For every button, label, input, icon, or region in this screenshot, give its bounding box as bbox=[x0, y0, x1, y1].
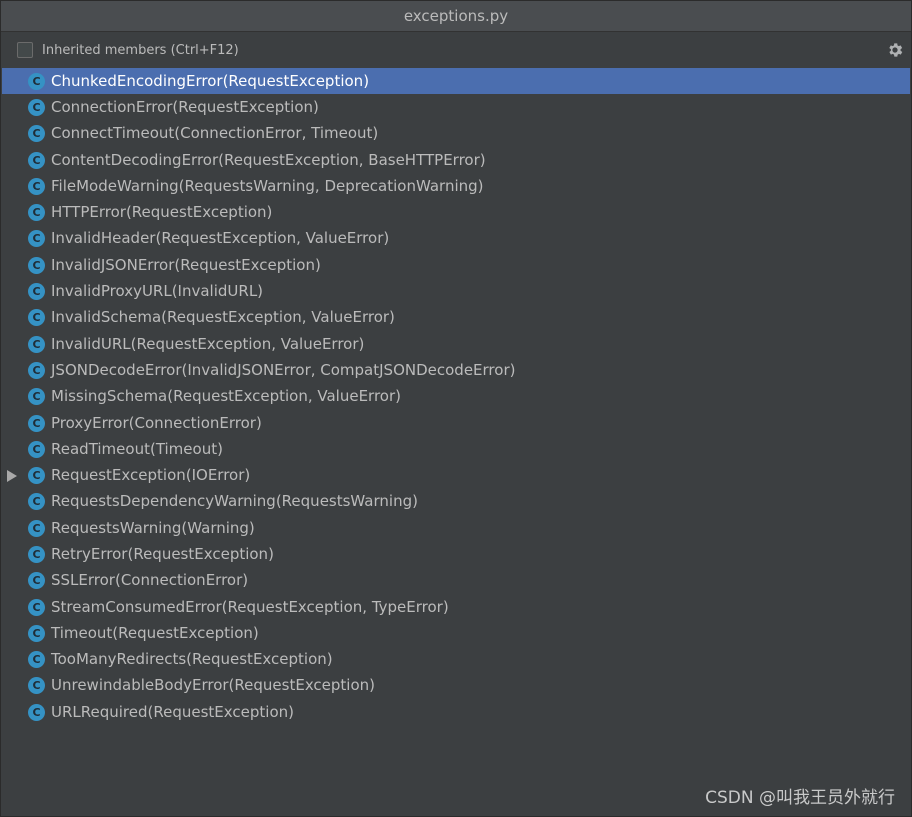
popup-toolbar: Inherited members (Ctrl+F12) bbox=[1, 32, 911, 68]
class-icon: C bbox=[28, 545, 45, 563]
member-label: ConnectionError(RequestException) bbox=[51, 97, 319, 116]
member-label: StreamConsumedError(RequestException, Ty… bbox=[51, 597, 449, 616]
member-label: InvalidHeader(RequestException, ValueErr… bbox=[51, 229, 390, 248]
member-row[interactable]: C InvalidProxyURL(InvalidURL) bbox=[2, 278, 910, 304]
member-label: ContentDecodingError(RequestException, B… bbox=[51, 150, 486, 169]
class-icon: C bbox=[28, 519, 45, 537]
class-icon: C bbox=[28, 361, 45, 379]
member-row[interactable]: C ContentDecodingError(RequestException, … bbox=[2, 147, 910, 173]
popup-titlebar: exceptions.py bbox=[1, 1, 911, 32]
watermark: CSDN @叫我王员外就行 bbox=[705, 788, 895, 808]
member-label: InvalidProxyURL(InvalidURL) bbox=[51, 282, 264, 301]
member-label: RetryError(RequestException) bbox=[51, 544, 274, 563]
member-label: RequestsDependencyWarning(RequestsWarnin… bbox=[51, 492, 418, 511]
member-label: MissingSchema(RequestException, ValueErr… bbox=[51, 387, 401, 406]
member-label: SSLError(ConnectionError) bbox=[51, 571, 249, 590]
member-label: InvalidURL(RequestException, ValueError) bbox=[51, 334, 365, 353]
class-icon: C bbox=[28, 467, 45, 485]
member-row[interactable]: C SSLError(ConnectionError) bbox=[2, 568, 910, 594]
class-icon: C bbox=[28, 440, 45, 458]
class-icon: C bbox=[28, 177, 45, 195]
class-icon: C bbox=[28, 125, 45, 143]
member-row[interactable]: C ConnectionError(RequestException) bbox=[2, 94, 910, 120]
member-row[interactable]: C RetryError(RequestException) bbox=[2, 541, 910, 567]
member-label: ConnectTimeout(ConnectionError, Timeout) bbox=[51, 124, 379, 143]
member-list: C ChunkedEncodingError(RequestException) C… bbox=[2, 68, 910, 725]
member-row[interactable]: C ChunkedEncodingError(RequestException) bbox=[2, 68, 910, 95]
member-row[interactable]: C UnrewindableBodyError(RequestException) bbox=[2, 673, 910, 699]
member-row[interactable]: C ReadTimeout(Timeout) bbox=[2, 436, 910, 462]
member-row[interactable]: C InvalidSchema(RequestException, ValueEr… bbox=[2, 305, 910, 331]
structure-popup: exceptions.py Inherited members (Ctrl+F1… bbox=[0, 0, 912, 817]
gear-icon[interactable] bbox=[886, 41, 904, 59]
member-row[interactable]: C InvalidJSONError(RequestException) bbox=[2, 252, 910, 278]
class-icon: C bbox=[28, 598, 45, 616]
member-label: InvalidSchema(RequestException, ValueErr… bbox=[51, 308, 395, 327]
member-row[interactable]: C URLRequired(RequestException) bbox=[2, 699, 910, 725]
member-row[interactable]: C InvalidHeader(RequestException, ValueEr… bbox=[2, 226, 910, 252]
member-label: RequestsWarning(Warning) bbox=[51, 518, 255, 537]
class-icon: C bbox=[28, 283, 45, 301]
member-label: ProxyError(ConnectionError) bbox=[51, 413, 262, 432]
member-label: RequestException(IOError) bbox=[51, 466, 251, 485]
inherited-members-label[interactable]: Inherited members (Ctrl+F12) bbox=[42, 43, 239, 58]
member-label: HTTPError(RequestException) bbox=[51, 203, 273, 222]
class-icon: C bbox=[28, 388, 45, 406]
class-icon: C bbox=[28, 677, 45, 695]
member-row[interactable]: C RequestsDependencyWarning(RequestsWarni… bbox=[2, 489, 910, 515]
member-label: ChunkedEncodingError(RequestException) bbox=[51, 71, 370, 90]
member-label: FileModeWarning(RequestsWarning, Depreca… bbox=[51, 176, 484, 195]
member-row[interactable]: C HTTPError(RequestException) bbox=[2, 199, 910, 225]
class-icon: C bbox=[28, 151, 45, 169]
class-icon: C bbox=[28, 309, 45, 327]
class-icon: C bbox=[28, 335, 45, 353]
class-icon: C bbox=[28, 703, 45, 721]
member-row[interactable]: C Timeout(RequestException) bbox=[2, 620, 910, 646]
member-label: JSONDecodeError(InvalidJSONError, Compat… bbox=[51, 360, 516, 379]
expand-arrow-icon[interactable] bbox=[7, 469, 17, 482]
member-row[interactable]: C StreamConsumedError(RequestException, T… bbox=[2, 594, 910, 620]
class-icon: C bbox=[28, 651, 45, 669]
member-row[interactable]: C FileModeWarning(RequestsWarning, Deprec… bbox=[2, 173, 910, 199]
member-row[interactable]: C RequestsWarning(Warning) bbox=[2, 515, 910, 541]
member-row[interactable]: C JSONDecodeError(InvalidJSONError, Compa… bbox=[2, 357, 910, 383]
member-row[interactable]: C TooManyRedirects(RequestException) bbox=[2, 647, 910, 673]
inherited-members-checkbox[interactable] bbox=[17, 42, 33, 58]
class-icon: C bbox=[28, 204, 45, 222]
member-label: InvalidJSONError(RequestException) bbox=[51, 255, 321, 274]
member-label: ReadTimeout(Timeout) bbox=[51, 439, 223, 458]
member-label: Timeout(RequestException) bbox=[51, 623, 259, 642]
member-row[interactable]: C RequestException(IOError) bbox=[2, 462, 910, 488]
class-icon: C bbox=[28, 414, 45, 432]
class-icon: C bbox=[28, 72, 45, 90]
member-row[interactable]: C ProxyError(ConnectionError) bbox=[2, 410, 910, 436]
member-label: TooManyRedirects(RequestException) bbox=[51, 650, 333, 669]
member-row[interactable]: C MissingSchema(RequestException, ValueEr… bbox=[2, 384, 910, 410]
file-title: exceptions.py bbox=[403, 7, 509, 25]
member-row[interactable]: C InvalidURL(RequestException, ValueError… bbox=[2, 331, 910, 357]
class-icon: C bbox=[28, 493, 45, 511]
member-label: UnrewindableBodyError(RequestException) bbox=[51, 676, 376, 695]
class-icon: C bbox=[28, 624, 45, 642]
class-icon: C bbox=[28, 572, 45, 590]
class-icon: C bbox=[28, 98, 45, 116]
member-row[interactable]: C ConnectTimeout(ConnectionError, Timeout… bbox=[2, 121, 910, 147]
member-label: URLRequired(RequestException) bbox=[51, 702, 294, 721]
class-icon: C bbox=[28, 230, 45, 248]
class-icon: C bbox=[28, 256, 45, 274]
